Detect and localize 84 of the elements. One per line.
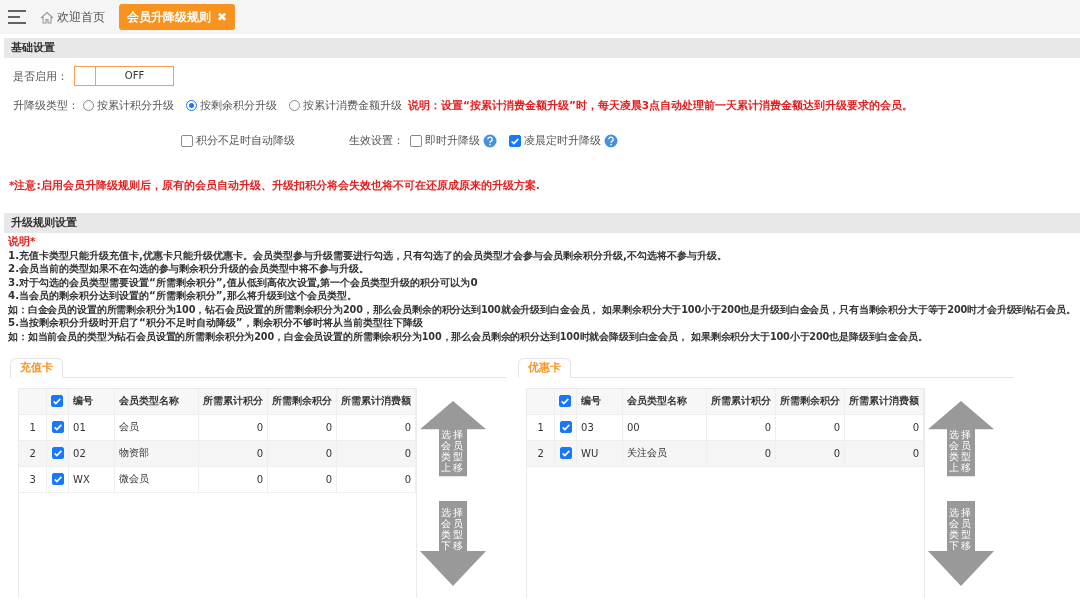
radio-button[interactable] [186,100,197,111]
radio-label: 按剩余积分升级 [200,98,277,113]
instruction-text: 4.当会员的剩余积分达到设置的“所需剩余积分”,那么将升级到这个会员类型。 [8,289,358,303]
help-icon[interactable] [483,133,497,148]
note-heading: 说明* [8,235,37,249]
row-number: 2 [527,440,555,467]
table-cell: 微会员 [114,466,199,493]
close-icon[interactable]: ✖ [217,10,228,24]
menu-icon[interactable] [8,10,26,24]
radio-button[interactable] [289,100,300,111]
note-text: 说明：设置“按累计消费金额升级”时，每天凌晨3点自动处理前一天累计消费金额达到升级要求的会员。 [408,98,914,113]
field-label: 是否启用： [13,68,68,84]
help-icon[interactable] [604,133,618,148]
move-down-button[interactable]: 选择会员类型下移 [928,500,994,586]
table-cell: 0 [775,414,845,441]
checkbox-label: 即时升降级 [425,133,480,148]
table-cell: 0 [198,414,268,441]
row-number: 2 [19,440,47,467]
instruction-text: 1.充值卡类型只能升级充值卡,优惠卡只能升级优惠卡。会员类型参与升级需要进行勾选，只有勾选了的会员类型才会参与会员剩余积分升级,不勾选将不参与升级。 [8,248,728,263]
table-cell: WX [68,466,115,493]
table-cell: 0 [844,440,924,467]
checkbox-label: 积分不足时自动降级 [196,133,295,148]
table-cell: 物资部 [114,440,199,467]
tab[interactable]: 欢迎首页 [34,4,111,30]
column-header: 会员类型名称 [622,388,707,415]
column-header: 所需累计积分 [706,388,776,415]
table-cell: 0 [336,440,416,467]
checkbox[interactable] [559,420,572,433]
table-cell: 会员 [114,414,199,441]
table-cell: 0 [198,440,268,467]
table-cell: 0 [267,440,337,467]
toggle-switch[interactable]: OFF [74,66,174,86]
checkbox[interactable] [181,134,193,147]
instruction-text: 3.对于勾选的会员类型需要设置“所需剩余积分”,值从低到高依次设置,第一个会员类型升级的积分可以为0 [8,275,479,290]
table-cell: 0 [844,414,924,441]
checkbox[interactable] [410,134,422,147]
checkbox[interactable] [51,472,64,485]
checkbox[interactable] [51,420,64,433]
section-header: 升级规则设置 [4,213,1080,233]
field-label: 升降级类型： [13,98,79,113]
instruction-text: 5.当按剩余积分升级时开启了“积分不足时自动降级”，剩余积分不够时将从当前类型往下降级 [8,316,424,331]
checkbox[interactable] [509,134,521,147]
column-header: 编号 [68,388,115,415]
checkbox-label: 凌晨定时升降级 [524,133,601,148]
column-header: 所需累计消费额 [844,388,924,415]
row-number: 1 [527,414,555,441]
column-header: 所需累计消费额 [336,388,416,415]
table-cell: 关注会员 [622,440,707,467]
instruction-text: 2.会员当前的类型如果不在勾选的参与剩余积分升级的会员类型中将不参与升级。 [8,262,371,276]
card-tab[interactable]: 充值卡 [10,357,63,378]
row-number: 3 [19,466,47,493]
column-header: 编号 [576,388,623,415]
table-cell: 0 [775,440,845,467]
section-header: 基础设置 [4,38,1080,58]
tab[interactable]: 会员升降级规则 ✖ [119,4,236,30]
radio-label: 按累计消费金额升级 [303,98,402,113]
column-header: 所需剩余积分 [267,388,337,415]
checkbox[interactable] [51,446,64,459]
checkbox[interactable] [51,394,64,407]
column-header: 会员类型名称 [114,388,199,415]
warning-text: *注意:启用会员升降级规则后，原有的会员自动升级、升级扣积分将会失效也将不可在还原成原来的升级方案. [9,179,541,193]
row-number: 1 [19,414,47,441]
radio-button[interactable] [83,100,94,111]
card-tab[interactable]: 优惠卡 [518,357,571,378]
table-cell: 0 [198,466,268,493]
column-header: 所需累计积分 [198,388,268,415]
table-cell: 0 [706,414,776,441]
table-cell: 01 [68,414,115,441]
radio-label: 按累计积分升级 [97,98,174,113]
column-header: 所需剩余积分 [775,388,845,415]
table-cell: 0 [267,414,337,441]
checkbox[interactable] [559,394,572,407]
field-label: 生效设置： [349,133,404,148]
table-cell: 0 [336,414,416,441]
table-cell: 03 [576,414,623,441]
table-cell: 0 [706,440,776,467]
home-icon [40,10,54,24]
checkbox[interactable] [559,446,572,459]
table-cell: 0 [267,466,337,493]
move-down-button[interactable]: 选择会员类型下移 [420,500,486,586]
table-cell: 00 [622,414,707,441]
instruction-text: 如：如当前会员的类型为钻石会员设置的所需剩余积分为200，白金会员设置的所需剩余积分为100，那么会员剩余的积分达到100时就会降级到白金会员， 如果剩余积分大于100小于200也是降级到白金会员。 [8,330,929,344]
table-cell: 0 [336,466,416,493]
instruction-text: 如：白金会员的设置的所需剩余积分为100，钻石会员设置的所需剩余积分为200，那么会员剩余的积分达到100就会升级到白金会员， 如果剩余积分大于100小于200也是升级到白金会员，只有当剩余积分大于等于200时才会升级到钻石会员。 [8,302,1077,317]
